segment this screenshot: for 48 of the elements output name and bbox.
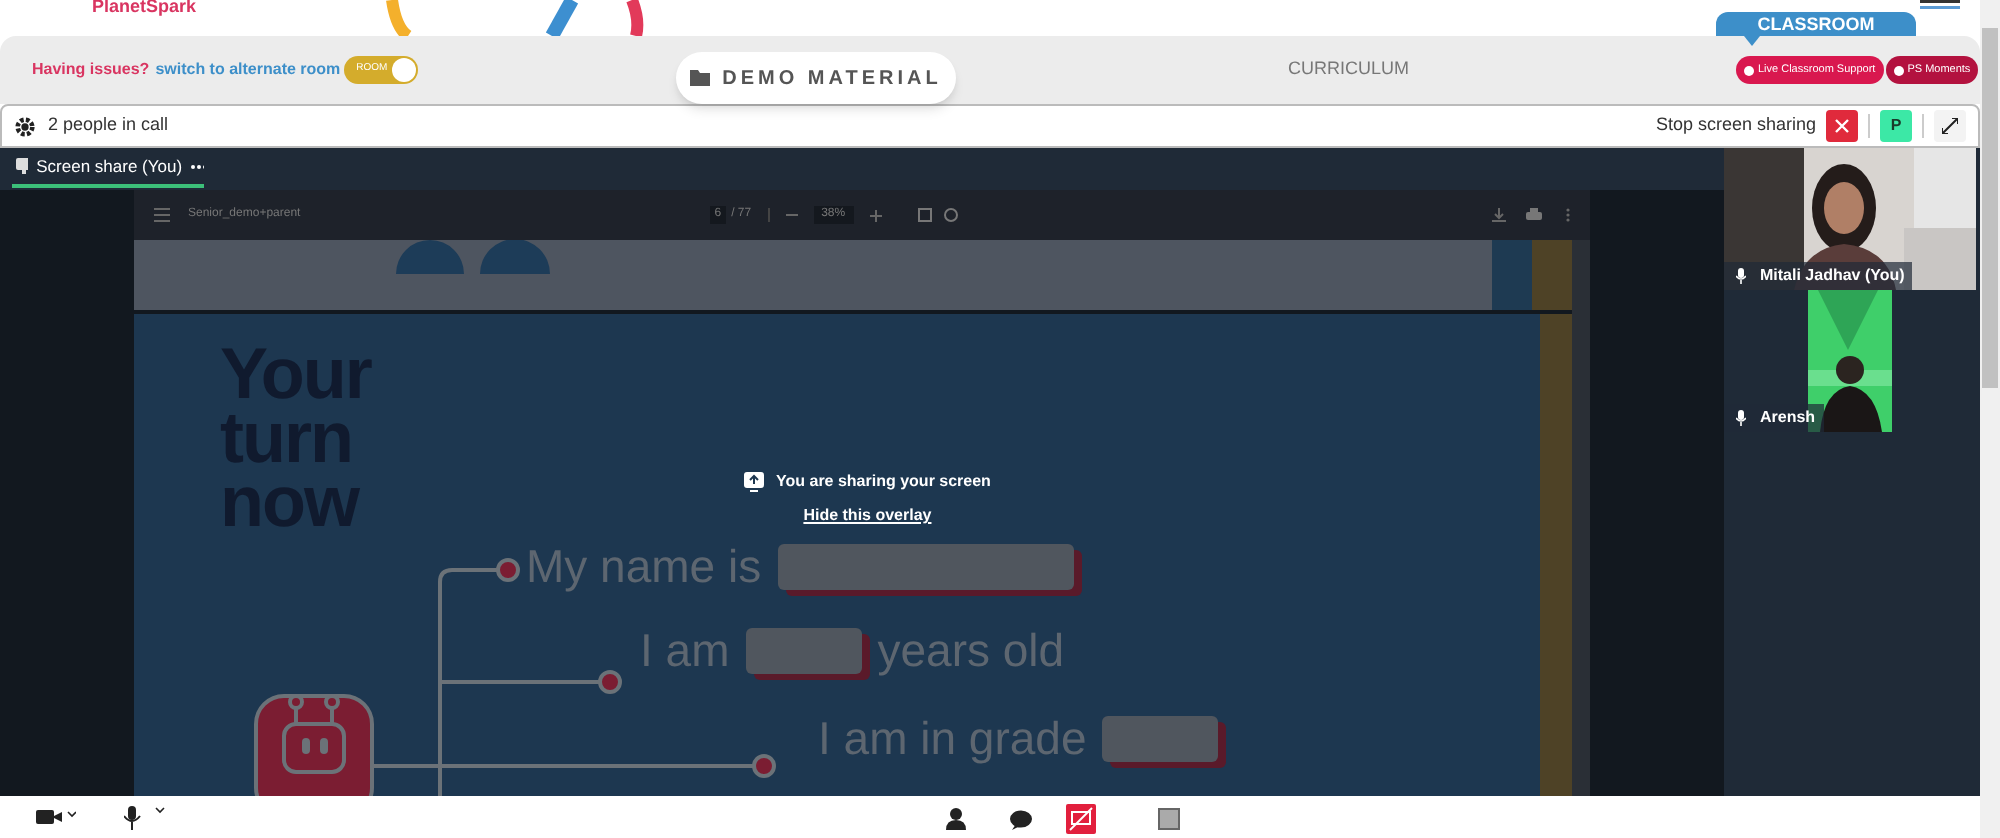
demo-material-button[interactable]: DEMO MATERIAL — [676, 52, 956, 104]
stop-sharing-button[interactable] — [1826, 110, 1858, 142]
scrollbar[interactable] — [1572, 240, 1590, 796]
share-screen-icon[interactable] — [1066, 804, 1096, 834]
slide-text: My name is — [526, 538, 762, 594]
bullet-icon — [598, 670, 622, 694]
blank-box — [1102, 715, 1219, 761]
expand-icon — [1942, 118, 1958, 134]
pointer-icon — [1744, 36, 1760, 46]
bullet-icon — [496, 558, 520, 582]
stop-sharing-label: Stop screen sharing — [1655, 112, 1816, 139]
slide-text: years old — [877, 622, 1065, 678]
participant-button[interactable]: P — [1880, 110, 1912, 142]
sharing-message: You are sharing your screen — [776, 470, 991, 494]
issue-text: Having issues? — [32, 58, 150, 82]
page-edge-strip — [1532, 240, 1572, 310]
hide-overlay-link[interactable]: Hide this overlay — [803, 504, 932, 528]
print-icon[interactable] — [1526, 208, 1542, 222]
person-icon[interactable] — [946, 808, 966, 830]
alternate-room-link[interactable]: switch to alternate room — [155, 58, 341, 82]
slide-text: I am in grade — [818, 710, 1087, 766]
download-icon[interactable] — [1492, 208, 1506, 222]
camera-icon[interactable] — [36, 810, 76, 826]
microphone-icon[interactable] — [124, 806, 168, 830]
tab-label: Screen share (You) — [36, 153, 183, 179]
scrollbar[interactable] — [1980, 0, 2000, 838]
menu-icon[interactable] — [1920, 0, 1960, 10]
rotate-icon[interactable] — [943, 208, 958, 222]
page-edge-strip — [1492, 240, 1532, 310]
zoom-in-icon[interactable] — [869, 209, 882, 221]
fullscreen-button[interactable] — [1934, 110, 1966, 142]
screen-share-icon — [744, 472, 764, 492]
close-icon — [1834, 118, 1850, 134]
chat-icon[interactable] — [1010, 810, 1032, 830]
curriculum-tab[interactable]: CURRICULUM — [1288, 56, 1409, 83]
fit-page-icon[interactable] — [917, 208, 932, 222]
blank-box — [745, 627, 862, 673]
microphone-icon — [1736, 410, 1746, 426]
participant-name: Arensh — [1760, 406, 1816, 430]
slide-text: I am — [640, 622, 730, 678]
folder-icon — [690, 70, 711, 86]
stop-icon[interactable] — [1158, 808, 1180, 830]
more-icon — [190, 163, 204, 169]
settings-icon[interactable] — [14, 115, 36, 137]
bullet-icon — [752, 754, 776, 778]
monitor-icon — [16, 158, 29, 174]
classroom-tab[interactable]: CLASSROOM — [1716, 12, 1916, 38]
people-count: 2 people in call — [48, 112, 169, 139]
